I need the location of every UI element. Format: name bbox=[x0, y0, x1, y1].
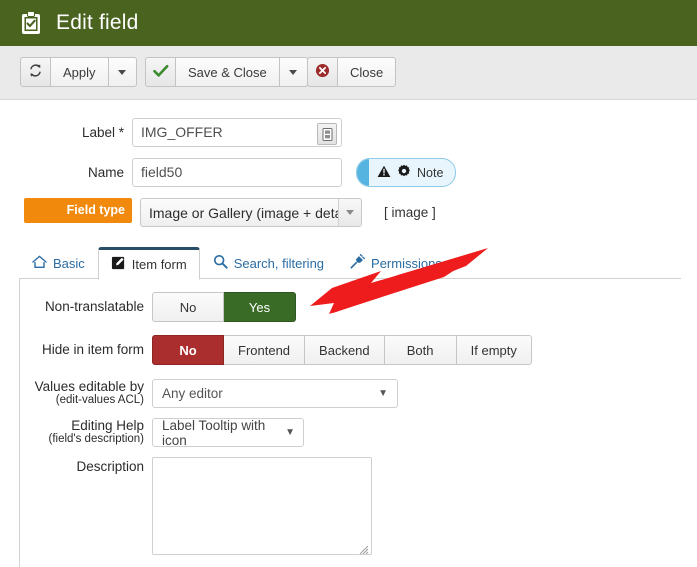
editing-help-row: Editing Help (field's description) Label… bbox=[20, 417, 681, 448]
hide-option-both-button[interactable]: Both bbox=[384, 335, 457, 365]
non-translatable-button-group: No Yes bbox=[152, 292, 296, 322]
field-tabs: Basic Item form Search, filtering Permis… bbox=[19, 246, 455, 280]
hide-option-no-button[interactable]: No bbox=[152, 335, 224, 365]
tab-basic[interactable]: Basic bbox=[19, 247, 98, 280]
cancel-circle-icon bbox=[315, 63, 330, 81]
name-input-value: field50 bbox=[141, 164, 183, 180]
save-close-icon-button[interactable] bbox=[145, 57, 176, 87]
plug-icon bbox=[350, 254, 365, 272]
hide-in-item-form-row: Hide in item form No Frontend Backend Bo… bbox=[20, 335, 681, 365]
hide-in-item-form-button-group: No Frontend Backend Both If empty bbox=[152, 335, 532, 365]
edit-square-icon bbox=[111, 255, 126, 273]
label-input-value: IMG_OFFER bbox=[141, 124, 223, 140]
name-field-label: Name bbox=[87, 165, 124, 180]
check-icon bbox=[152, 64, 169, 81]
name-input[interactable]: field50 bbox=[132, 158, 342, 187]
description-label: Description bbox=[76, 459, 144, 474]
editing-help-value: Label Tooltip with icon bbox=[162, 417, 266, 448]
field-type-label: Field type bbox=[24, 198, 132, 223]
save-close-button[interactable]: Save & Close bbox=[176, 57, 280, 87]
home-icon bbox=[32, 255, 47, 272]
non-translatable-label: Non-translatable bbox=[44, 299, 144, 314]
hide-option-if-empty-button[interactable]: If empty bbox=[456, 335, 532, 365]
close-button-group: Close bbox=[307, 57, 397, 87]
chevron-down-icon: ▼ bbox=[285, 427, 295, 438]
field-type-select[interactable]: Image or Gallery (image + details) bbox=[140, 198, 362, 227]
item-form-panel: Non-translatable No Yes Hide in item for… bbox=[19, 278, 681, 567]
values-editable-by-select[interactable]: Any editor ▼ bbox=[152, 379, 398, 408]
tab-basic-label: Basic bbox=[53, 255, 85, 271]
note-accent-bar bbox=[357, 159, 369, 186]
toolbar: Apply Save & Close Close bbox=[0, 46, 697, 100]
name-field-row: Name field50 Note bbox=[0, 158, 697, 188]
hide-in-item-form-label: Hide in item form bbox=[41, 342, 144, 357]
apply-icon-button[interactable] bbox=[20, 57, 51, 87]
values-editable-by-label: Values editable by (edit-values ACL) bbox=[20, 379, 152, 406]
tab-permissions[interactable]: Permissions bbox=[337, 247, 455, 280]
refresh-icon bbox=[28, 63, 43, 81]
label-input[interactable]: IMG_OFFER bbox=[132, 118, 342, 147]
label-field-label: Label * bbox=[81, 125, 124, 140]
warning-triangle-icon bbox=[377, 165, 391, 181]
tab-item-form-label: Item form bbox=[131, 256, 187, 272]
note-badge-button[interactable]: Note bbox=[356, 158, 457, 187]
tab-item-form[interactable]: Item form bbox=[97, 247, 200, 280]
apply-dropdown-toggle[interactable] bbox=[108, 57, 137, 87]
field-type-row: Field type Image or Gallery (image + det… bbox=[0, 198, 697, 227]
save-close-button-group: Save & Close bbox=[145, 57, 308, 87]
chevron-down-icon: ▼ bbox=[378, 388, 388, 399]
values-editable-by-row: Values editable by (edit-values ACL) Any… bbox=[20, 379, 681, 408]
note-badge-label: Note bbox=[417, 165, 444, 180]
hide-option-frontend-button[interactable]: Frontend bbox=[224, 335, 306, 365]
field-type-suffix: [ image ] bbox=[384, 205, 436, 220]
non-translatable-yes-button[interactable]: Yes bbox=[224, 292, 296, 322]
close-button[interactable]: Close bbox=[338, 57, 397, 87]
tab-permissions-label: Permissions bbox=[371, 255, 442, 271]
values-editable-by-value: Any editor bbox=[162, 386, 223, 401]
chevron-down-icon[interactable] bbox=[338, 199, 361, 226]
tab-search-filtering-label: Search, filtering bbox=[233, 255, 325, 271]
caret-down-icon bbox=[118, 69, 127, 75]
editing-help-main-label: Editing Help bbox=[71, 418, 144, 433]
resize-handle-icon[interactable] bbox=[359, 542, 369, 555]
field-type-value: Image or Gallery (image + details) bbox=[149, 204, 338, 221]
label-field-row: Label * IMG_OFFER bbox=[0, 118, 697, 148]
caret-down-icon bbox=[289, 69, 298, 75]
save-close-dropdown-toggle[interactable] bbox=[279, 57, 308, 87]
non-translatable-row: Non-translatable No Yes bbox=[20, 292, 681, 322]
apply-button-group: Apply bbox=[20, 57, 137, 87]
edit-field-window: Edit field Apply Save & Close Close Labe… bbox=[0, 0, 697, 567]
gear-icon bbox=[397, 164, 411, 181]
field-header-form: Label * IMG_OFFER Name field50 Note Fiel… bbox=[0, 99, 697, 237]
description-textarea[interactable] bbox=[152, 457, 372, 555]
apply-button[interactable]: Apply bbox=[51, 57, 109, 87]
clipboard-check-icon bbox=[20, 11, 42, 35]
page-title: Edit field bbox=[56, 11, 139, 34]
tab-search-filtering[interactable]: Search, filtering bbox=[200, 247, 337, 280]
multilingual-toggle-icon[interactable] bbox=[317, 123, 337, 145]
search-icon bbox=[213, 254, 228, 272]
hide-option-backend-button[interactable]: Backend bbox=[305, 335, 385, 365]
editing-help-select[interactable]: Label Tooltip with icon ▼ bbox=[152, 417, 304, 448]
non-translatable-no-button[interactable]: No bbox=[152, 292, 224, 322]
window-title-bar: Edit field bbox=[0, 0, 697, 46]
close-icon-button[interactable] bbox=[307, 57, 338, 87]
values-editable-by-sublabel: (edit-values ACL) bbox=[55, 394, 144, 406]
description-row: Description bbox=[20, 457, 681, 555]
values-editable-by-main-label: Values editable by bbox=[34, 379, 144, 394]
editing-help-sublabel: (field's description) bbox=[48, 433, 144, 445]
editing-help-label: Editing Help (field's description) bbox=[20, 418, 152, 445]
